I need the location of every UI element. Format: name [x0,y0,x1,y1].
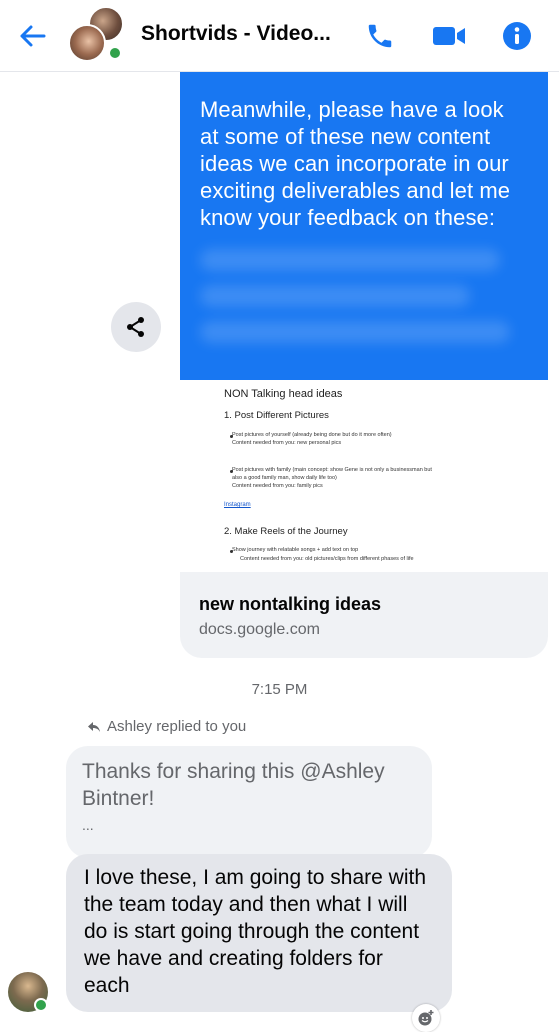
conversation-title[interactable]: Shortvids - Video... [141,22,331,46]
share-icon [127,317,144,337]
link-preview-card[interactable]: NON Talking head ideas 1. Post Different… [180,380,548,658]
online-indicator [34,998,48,1012]
online-indicator [108,46,122,60]
reply-label: Ashley replied to you [107,718,247,735]
share-button[interactable] [111,302,161,352]
doc-section-title: 2. Make Reels of the Journey [224,526,348,537]
link-title[interactable]: new nontalking ideas [199,594,381,615]
outgoing-message-bubble[interactable]: Meanwhile, please have a look at some of… [180,72,548,380]
doc-bullet-text: Post pictures with family (main concept:… [232,467,432,473]
message-text: I love these, I am going to share with t… [84,866,427,997]
smiley-plus-icon [418,1010,434,1026]
doc-bullet-text: Content needed from you: family pics [232,483,323,489]
chat-header: Shortvids - Video... [0,0,559,72]
reply-arrow-icon [88,721,100,732]
doc-bullet-text: Show journey with relatable songs + add … [232,547,359,553]
doc-bullet-text: Content needed from you: old pictures/cl… [240,556,414,562]
link-domain: docs.google.com [199,621,320,638]
doc-bullet-text: Content needed from you: new personal pi… [232,440,342,446]
phone-icon [368,24,392,48]
quoted-text: Thanks for sharing this @Ashley Bintner! [82,760,385,810]
blurred-line [200,249,500,271]
video-call-button[interactable] [431,18,467,54]
doc-heading: NON Talking head ideas [224,388,343,400]
blurred-content [200,249,528,343]
reply-indicator: Ashley replied to you [87,718,246,735]
message-timestamp: 7:15 PM [251,681,308,698]
doc-bullet-text: also a good family man, show daily life … [232,475,337,481]
doc-section-title: 1. Post Different Pictures [224,410,329,421]
info-icon [503,22,531,50]
member-avatar [68,24,106,62]
doc-bullet-text: Post pictures of yourself (already being… [232,432,392,438]
video-camera-icon [433,27,465,45]
doc-link: Instagram [224,502,251,508]
quoted-message[interactable]: Thanks for sharing this @Ashley Bintner!… [66,746,432,858]
incoming-message-bubble[interactable]: I love these, I am going to share with t… [66,854,452,1012]
quoted-ellipsis: ... [82,817,94,833]
back-button[interactable] [16,20,48,52]
document-thumbnail: NON Talking head ideas 1. Post Different… [180,380,548,572]
blurred-line [200,285,470,307]
message-text: Meanwhile, please have a look at some of… [200,97,511,230]
add-reaction-button[interactable] [412,1004,440,1032]
group-avatar[interactable] [68,6,124,62]
back-arrow-icon [20,25,46,47]
blurred-line [200,321,510,343]
info-button[interactable] [499,18,535,54]
call-button[interactable] [362,18,398,54]
